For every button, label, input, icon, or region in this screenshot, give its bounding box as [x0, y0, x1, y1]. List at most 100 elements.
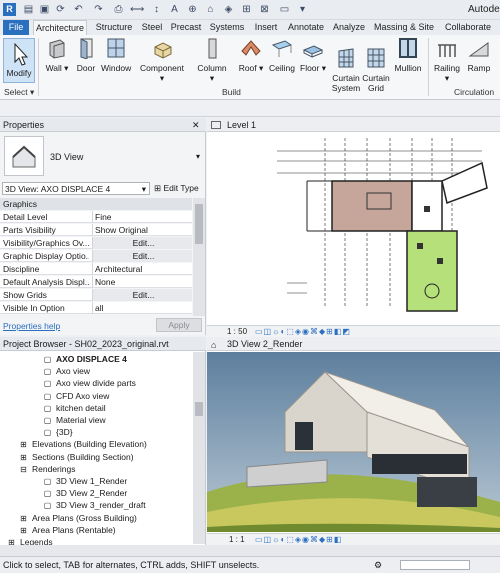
revit-logo-icon[interactable]: R	[3, 3, 16, 16]
render-view-tab[interactable]: 3D View 2_Render	[207, 337, 500, 351]
component-button[interactable]: Component ▾	[138, 37, 186, 83]
browser-view-item[interactable]: ▢ 3D View 2_Render	[42, 488, 127, 499]
worksharing-icon[interactable]: ⚙	[374, 557, 382, 573]
browser-group-item[interactable]: ⊞ Area Plans (Rentable)	[18, 525, 116, 536]
property-edit-button[interactable]: Edit...	[92, 237, 192, 249]
instance-filter[interactable]: 3D View: AXO DISPLACE 4 ▾	[2, 182, 150, 195]
curtain-grid-button[interactable]: Curtain Grid	[362, 37, 390, 103]
save-icon[interactable]: ▣	[38, 3, 51, 16]
modify-button[interactable]: Modify	[3, 38, 35, 83]
edit-type-button[interactable]: ⊞ Edit Type	[154, 182, 199, 195]
browser-group-item[interactable]: ⊞ Elevations (Building Elevation)	[18, 439, 147, 450]
door-button[interactable]: Door	[74, 37, 98, 73]
plan-view-window[interactable]: Level 1 1 : 50 ▭◫☼◐⬚◈◉⌘◆⊞◧◩	[207, 118, 500, 337]
collapse-icon[interactable]: ⊟	[18, 464, 29, 475]
scroll-thumb[interactable]	[195, 204, 203, 244]
view-icon: ▢	[43, 489, 52, 499]
tab-steel[interactable]: Steel	[140, 20, 164, 35]
ramp-button[interactable]: Ramp	[466, 37, 492, 73]
type-dropdown-icon[interactable]: ▾	[196, 152, 200, 161]
workset-selector[interactable]	[400, 560, 470, 570]
browser-group-item[interactable]: ⊟ Renderings	[18, 464, 75, 475]
expand-icon[interactable]: ⊞	[18, 452, 29, 463]
tab-insert[interactable]: Insert	[252, 20, 280, 35]
browser-view-item[interactable]: ▢ kitchen detail	[42, 403, 106, 414]
curtain-system-button[interactable]: Curtain System	[331, 37, 361, 103]
browser-view-item[interactable]: ▢ 3D View 3_render_draft	[42, 500, 146, 511]
browser-view-item[interactable]: ▢ Material view	[42, 415, 106, 426]
close-icon[interactable]: ✕	[192, 120, 200, 131]
browser-item-label: CFD Axo view	[56, 390, 110, 401]
mullion-button[interactable]: Mullion	[393, 37, 423, 73]
ceiling-button[interactable]: Ceiling	[268, 37, 296, 73]
tag-icon[interactable]: A	[168, 3, 181, 16]
measure-icon[interactable]: ⟷	[130, 3, 144, 16]
tab-file[interactable]: File	[3, 20, 29, 35]
edit-type-label: Edit Type	[163, 183, 199, 193]
tab-massing-site[interactable]: Massing & Site	[372, 20, 436, 35]
browser-view-item[interactable]: ▢ AXO DISPLACE 4	[42, 354, 127, 365]
browser-group-item[interactable]: ⊞ Sections (Building Section)	[18, 452, 133, 463]
bottom-gap	[0, 545, 500, 556]
ribbon-panel: Modify Select ▾ Wall ▾ Door Window Compo…	[0, 35, 500, 100]
scroll-thumb[interactable]	[195, 402, 203, 416]
property-edit-button[interactable]: Edit...	[92, 289, 192, 301]
tab-systems[interactable]: Systems	[208, 20, 246, 35]
plan-view-tab[interactable]: Level 1	[207, 118, 500, 132]
property-edit-button[interactable]: Edit...	[92, 250, 192, 262]
expand-icon[interactable]: ⊞	[18, 439, 29, 450]
sync-icon[interactable]: ⟳	[54, 3, 67, 16]
property-value[interactable]: Architectural	[92, 263, 192, 275]
tab-collaborate[interactable]: Collaborate	[442, 20, 494, 35]
tab-analyze[interactable]: Analyze	[332, 20, 366, 35]
tab-architecture[interactable]: Architecture	[33, 20, 87, 35]
window-button[interactable]: Window	[101, 37, 131, 73]
browser-view-item[interactable]: ▢ Axo view divide parts	[42, 378, 136, 389]
expand-icon[interactable]: ⊞	[18, 513, 29, 524]
window-icon	[107, 38, 125, 58]
3d-view-icon[interactable]: ⌂	[204, 3, 217, 16]
browser-view-item[interactable]: ▢ 3D View 1_Render	[42, 476, 127, 487]
railing-button[interactable]: Railing ▾	[432, 37, 462, 83]
undo-icon[interactable]: ↶	[72, 3, 85, 16]
dimension-icon[interactable]: ↕	[150, 3, 163, 16]
render-view-window[interactable]: 3D View 2_Render ⌂ 1 : 1 ▭◫☼◐⬚◈◉⌘◆⊞◧	[207, 337, 500, 545]
tab-structure[interactable]: Structure	[92, 20, 136, 35]
expand-icon[interactable]: ⊞	[18, 525, 29, 536]
customize-qat-icon[interactable]: ▾	[296, 3, 309, 16]
browser-group-item[interactable]: ⊞ Area Plans (Gross Building)	[18, 513, 137, 524]
properties-help-link[interactable]: Properties help	[3, 321, 60, 331]
browser-view-item[interactable]: ▢ CFD Axo view	[42, 390, 110, 402]
print-icon[interactable]: ⎙	[112, 3, 125, 16]
close-hidden-icon[interactable]: ⊠	[258, 3, 271, 16]
property-value[interactable]: Show Original	[92, 224, 192, 236]
property-value[interactable]: None	[92, 276, 192, 288]
redo-icon[interactable]: ↷	[92, 3, 105, 16]
tab-annotate[interactable]: Annotate	[286, 20, 326, 35]
properties-scrollbar[interactable]	[193, 198, 205, 316]
switch-windows-icon[interactable]: ▭	[278, 3, 291, 16]
status-bar: Click to select, TAB for alternates, CTR…	[0, 556, 500, 573]
curtain-system-label: Curtain System	[331, 73, 361, 93]
browser-scrollbar[interactable]	[193, 352, 205, 544]
property-value[interactable]: Fine	[92, 211, 192, 223]
column-button[interactable]: Column ▾	[196, 37, 228, 83]
apply-button[interactable]: Apply	[156, 318, 202, 332]
select-dropdown[interactable]: Select ▾	[4, 87, 34, 98]
browser-view-item[interactable]: ▢ {3D}	[42, 427, 73, 438]
browser-view-item[interactable]: ▢ Axo view	[42, 366, 90, 377]
thin-lines-icon[interactable]: ⊞	[240, 3, 253, 16]
browser-item-label: Area Plans (Rentable)	[32, 524, 116, 535]
roof-button[interactable]: Roof ▾	[238, 37, 264, 73]
roof-label: Roof	[238, 63, 257, 73]
wall-button[interactable]: Wall ▾	[44, 37, 70, 73]
floor-button[interactable]: Floor ▾	[300, 37, 326, 73]
section-icon[interactable]: ◈	[222, 3, 235, 16]
property-value[interactable]: all	[92, 302, 192, 314]
graphics-section[interactable]: Graphics	[0, 198, 192, 210]
open-icon[interactable]: ▤	[22, 3, 35, 16]
tab-precast[interactable]: Precast	[170, 20, 202, 35]
text-icon[interactable]: ⊕	[186, 3, 199, 16]
property-name: Detail Level	[3, 212, 48, 222]
type-selector[interactable]: 3D View	[50, 152, 83, 162]
